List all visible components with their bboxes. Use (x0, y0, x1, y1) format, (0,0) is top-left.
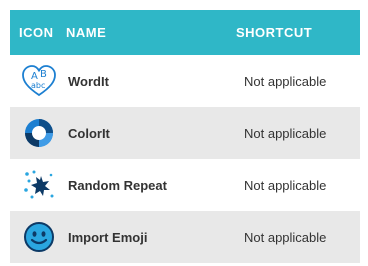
row-name: WordIt (68, 73, 109, 89)
table-row: Import Emoji Not applicable (10, 211, 360, 263)
header-name: NAME (66, 25, 107, 40)
table-row: ColorIt Not applicable (10, 107, 360, 159)
svg-text:abc: abc (31, 81, 45, 90)
row-name: ColorIt (68, 125, 110, 141)
row-shortcut: Not applicable (244, 177, 327, 193)
row-name: Random Repeat (68, 177, 167, 193)
random-repeat-icon (10, 168, 68, 202)
import-emoji-icon (10, 221, 68, 253)
table-row: A B abc WordIt Not applicable (10, 55, 360, 107)
header-shortcut: SHORTCUT (236, 25, 313, 40)
svg-text:B: B (40, 69, 47, 80)
table-row: Random Repeat Not applicable (10, 159, 360, 211)
wordit-icon: A B abc (10, 64, 68, 98)
colorit-icon (10, 117, 68, 149)
table-header: ICON NAME SHORTCUT (10, 10, 360, 55)
row-shortcut: Not applicable (244, 229, 327, 245)
row-shortcut: Not applicable (244, 125, 327, 141)
row-name: Import Emoji (68, 229, 148, 245)
header-icon: ICON (19, 25, 54, 40)
shortcuts-table: ICON NAME SHORTCUT A B abc WordIt Not ap… (10, 10, 360, 263)
row-shortcut: Not applicable (244, 73, 327, 89)
